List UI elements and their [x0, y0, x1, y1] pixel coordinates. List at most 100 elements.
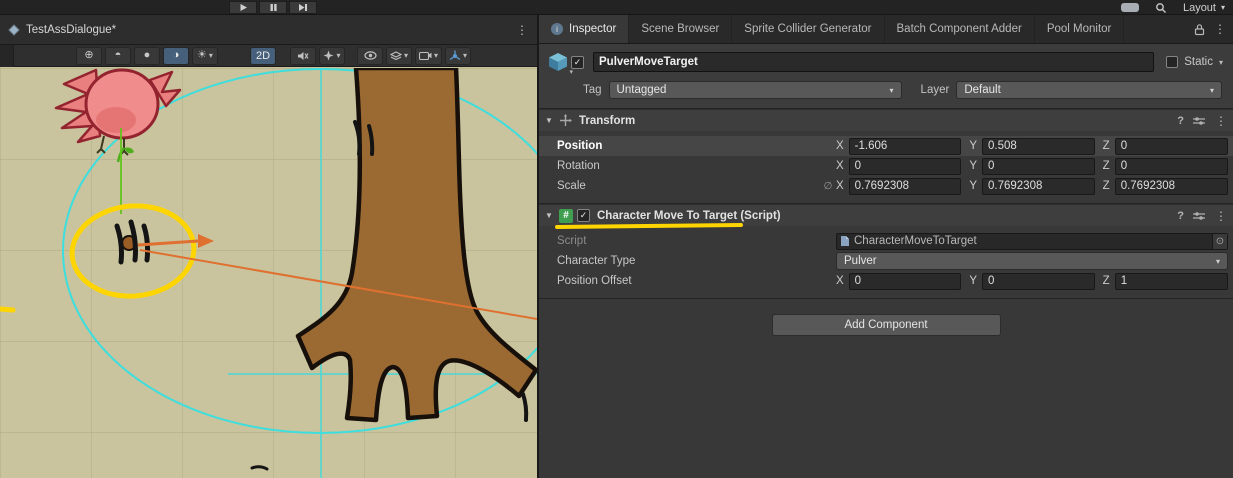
layout-label: Layout [1183, 2, 1216, 14]
offset-x-input[interactable] [849, 273, 962, 290]
script-component-title: Character Move To Target (Script) [597, 210, 781, 222]
component-menu-kebab-icon[interactable]: ⋮ [1214, 114, 1228, 128]
pause-button[interactable] [259, 1, 287, 14]
inspector-tab-bar: i Inspector Scene Browser Sprite Collide… [539, 15, 1233, 44]
play-icon [239, 3, 248, 12]
play-button[interactable] [229, 1, 257, 14]
chevron-down-icon: ▾ [1202, 86, 1214, 95]
pause-icon [269, 3, 278, 12]
services-icon[interactable] [1121, 3, 1139, 12]
component-enabled-checkbox[interactable]: ✓ [577, 209, 590, 222]
gizmos-dropdown-button[interactable]: ▾ [445, 47, 471, 65]
position-y-input[interactable] [982, 138, 1095, 155]
script-component-header[interactable]: ▼ # ✓ Character Move To Target (Script) … [539, 204, 1233, 226]
speaker-muted-icon [297, 51, 309, 61]
scene-canvas[interactable] [0, 68, 537, 478]
tab-inspector[interactable]: i Inspector [539, 15, 629, 43]
effects-dropdown-button[interactable]: ▾ [319, 47, 345, 65]
position-x-input[interactable] [849, 138, 962, 155]
foldout-icon[interactable]: ▼ [543, 116, 555, 125]
draw-mode-unlit-button[interactable]: ● [134, 47, 160, 65]
lighting-icon: ☀ [197, 50, 207, 61]
tag-dropdown[interactable]: Untagged ▾ [609, 81, 902, 99]
rotation-z-input[interactable] [1115, 158, 1228, 175]
gizmo-axes-icon [449, 50, 461, 62]
lock-icon[interactable] [1194, 23, 1205, 36]
offset-y-input[interactable] [982, 273, 1095, 290]
audio-mute-toggle[interactable] [290, 47, 316, 65]
static-checkbox[interactable] [1166, 56, 1178, 68]
scene-tab-bar: TestAssDialogue* ⋮ [0, 15, 537, 45]
foldout-icon[interactable]: ▼ [543, 211, 555, 220]
draw-mode-wireframe-button[interactable]: ◓ [105, 47, 131, 65]
draw-mode-shadow-button[interactable]: ◑ [163, 47, 189, 65]
mode-2d-toggle[interactable]: 2D [250, 47, 276, 65]
scale-y-input[interactable] [982, 178, 1095, 195]
layout-dropdown[interactable]: Layout ▾ [1183, 2, 1225, 14]
scene-visibility-toggle[interactable] [357, 47, 383, 65]
object-picker-icon[interactable]: ⊙ [1212, 234, 1227, 249]
scale-x-input[interactable] [849, 178, 962, 195]
constrain-proportions-icon[interactable]: ∅ [820, 181, 836, 192]
layer-dropdown[interactable]: Default ▾ [956, 81, 1222, 99]
lighting-toggle-button[interactable]: ☀▾ [192, 47, 218, 65]
script-object-field[interactable]: CharacterMoveToTarget ⊙ [836, 233, 1228, 250]
gameobject-icon-button[interactable]: ▾ [547, 51, 571, 73]
tab-batch-component-adder[interactable]: Batch Component Adder [885, 15, 1035, 43]
presets-icon[interactable] [1193, 116, 1205, 126]
position-row: Position X Y Z [539, 136, 1233, 156]
axis-x-label: X [836, 160, 844, 172]
axis-x-label: X [836, 275, 844, 287]
position-offset-row: Position Offset X Y Z [539, 271, 1233, 291]
chevron-down-icon: ▾ [434, 51, 438, 60]
unity-editor-window: Layout ▾ TestAssDialogue* ⋮ ⊕ ◓ ● ◑ ☀▾ 2… [0, 0, 1233, 478]
scale-row: Scale ∅ X Y Z [539, 176, 1233, 196]
eye-icon [364, 51, 377, 60]
add-component-button[interactable]: Add Component [772, 314, 1001, 336]
camera-settings-button[interactable]: ▾ [415, 47, 442, 65]
chevron-down-icon: ▾ [882, 86, 894, 95]
inspector-menu-kebab-icon[interactable]: ⋮ [1213, 22, 1227, 36]
axis-z-label: Z [1103, 140, 1110, 152]
offset-z-input[interactable] [1115, 273, 1228, 290]
help-icon[interactable]: ? [1177, 115, 1184, 127]
component-menu-kebab-icon[interactable]: ⋮ [1214, 209, 1228, 223]
scene-menu-kebab-icon[interactable]: ⋮ [515, 23, 529, 37]
active-checkbox[interactable]: ✓ [571, 56, 584, 69]
character-type-dropdown[interactable]: Pulver ▾ [836, 252, 1228, 270]
search-icon[interactable] [1155, 2, 1167, 14]
position-label: Position [557, 140, 820, 152]
tab-pool-monitor[interactable]: Pool Monitor [1035, 15, 1125, 43]
draw-mode-shaded-button[interactable]: ⊕ [76, 47, 102, 65]
shaded-icon: ⊕ [84, 50, 93, 61]
inspector-tab-icon: i [551, 23, 563, 35]
axis-y-label: Y [969, 275, 977, 287]
presets-icon[interactable] [1193, 211, 1205, 221]
effects-sparkle-icon [323, 50, 334, 61]
rotation-x-input[interactable] [849, 158, 962, 175]
scene-tab-testassdialogue[interactable]: TestAssDialogue* [26, 24, 116, 36]
gameobject-name-field[interactable] [593, 52, 1154, 72]
check-icon: ✓ [580, 210, 588, 221]
scene-panel: TestAssDialogue* ⋮ ⊕ ◓ ● ◑ ☀▾ 2D ▾ [0, 15, 537, 478]
wireframe-icon: ◓ [115, 50, 122, 61]
help-icon[interactable]: ? [1177, 210, 1184, 222]
script-asset-icon [840, 235, 850, 247]
topbar-right-controls: Layout ▾ [1121, 0, 1225, 15]
transform-header[interactable]: ▼ Transform ? ⋮ [539, 109, 1233, 131]
step-button[interactable] [289, 1, 317, 14]
character-move-to-target-component: ▼ # ✓ Character Move To Target (Script) … [539, 204, 1233, 299]
tab-scene-browser[interactable]: Scene Browser [629, 15, 732, 43]
scale-label: Scale [557, 180, 820, 192]
rotation-y-input[interactable] [982, 158, 1095, 175]
overlay-handle[interactable] [0, 45, 14, 67]
static-dropdown[interactable]: Static ▾ [1166, 56, 1227, 68]
axis-z-label: Z [1103, 275, 1110, 287]
axis-z-label: Z [1103, 160, 1110, 172]
scale-z-input[interactable] [1115, 178, 1228, 195]
tab-sprite-collider-generator[interactable]: Sprite Collider Generator [732, 15, 884, 43]
chevron-down-icon: ▾ [209, 51, 213, 60]
layers-dropdown-button[interactable]: ▾ [386, 47, 412, 65]
position-z-input[interactable] [1115, 138, 1228, 155]
axis-z-label: Z [1103, 180, 1110, 192]
